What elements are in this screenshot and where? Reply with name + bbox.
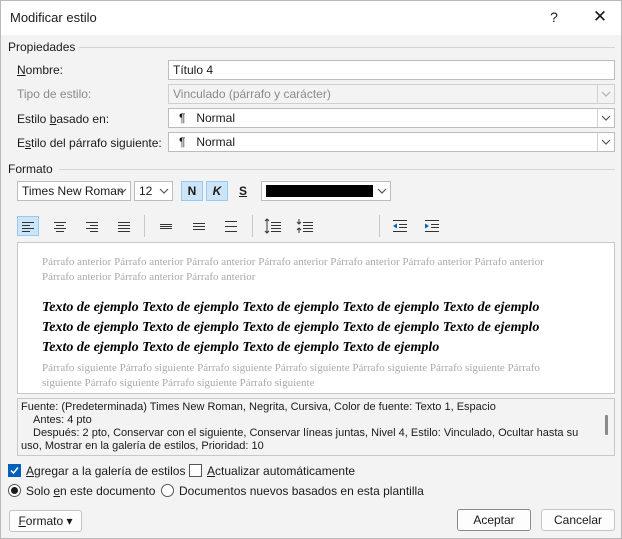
title-bar: Modificar estilo ? ✕ <box>1 1 621 35</box>
auto-update-label: Actualizar automáticamente <box>207 464 356 478</box>
italic-button[interactable]: K <box>206 181 228 201</box>
font-color-swatch <box>266 185 373 197</box>
style-type-label: Tipo de estilo: <box>17 87 92 101</box>
description-scrollbar[interactable] <box>605 415 608 435</box>
format-section-label: Formato <box>8 162 53 176</box>
help-button[interactable]: ? <box>534 3 574 31</box>
new-documents-radio[interactable] <box>161 484 174 497</box>
preview-next-paragraph: Párrafo siguiente Párrafo siguiente Párr… <box>42 362 540 389</box>
name-label: Nombre: <box>17 63 64 77</box>
chevron-down-icon <box>597 85 614 103</box>
cancel-button[interactable]: Cancelar <box>541 509 615 531</box>
properties-separator <box>79 47 615 48</box>
chevron-down-icon[interactable] <box>597 133 614 151</box>
font-size-value: 12 <box>139 184 153 198</box>
bold-button[interactable]: N <box>181 181 203 201</box>
paragraph-spacing-decrease-icon <box>296 219 313 233</box>
chevron-down-icon[interactable] <box>113 182 130 200</box>
font-color-select[interactable] <box>261 181 391 201</box>
chevron-down-icon[interactable] <box>155 182 172 200</box>
ok-button[interactable]: Aceptar <box>457 509 531 531</box>
name-input[interactable]: Título 4 <box>168 60 615 80</box>
next-style-label: Estilo del párrafo siguiente: <box>17 136 162 150</box>
checkmark-icon <box>10 467 19 475</box>
one-half-spacing-button[interactable] <box>188 216 210 236</box>
align-right-icon <box>86 222 98 232</box>
align-right-button[interactable] <box>81 216 103 236</box>
chevron-down-icon[interactable] <box>597 109 614 127</box>
line-spacing-double-icon <box>225 221 237 232</box>
style-type-select: Vinculado (párrafo y carácter) <box>168 84 615 104</box>
justify-button[interactable] <box>113 216 135 236</box>
based-on-select[interactable]: ¶ Normal <box>168 108 615 128</box>
font-select[interactable]: Times New Roman <box>17 181 131 201</box>
next-style-select[interactable]: ¶ Normal <box>168 132 615 152</box>
description-line-2: Antes: 4 pto <box>33 414 92 426</box>
style-preview: Párrafo anterior Párrafo anterior Párraf… <box>17 242 615 394</box>
font-value: Times New Roman <box>22 184 124 198</box>
decrease-spacing-button[interactable] <box>294 216 316 236</box>
preview-sample-text: Texto de ejemplo Texto de ejemplo Texto … <box>42 300 540 355</box>
align-center-button[interactable] <box>49 216 71 236</box>
increase-indent-icon <box>425 220 439 232</box>
paragraph-mark-icon: ¶ <box>179 111 186 125</box>
only-this-document-radio[interactable] <box>8 484 21 497</box>
format-menu-button[interactable]: Formato ▾ <box>9 510 82 532</box>
paragraph-mark-icon: ¶ <box>179 135 186 149</box>
increase-indent-button[interactable] <box>421 216 443 236</box>
based-on-value: Normal <box>196 111 236 125</box>
dialog-title: Modificar estilo <box>10 10 97 25</box>
toolbar-separator <box>252 215 253 237</box>
line-spacing-one-half-icon <box>193 223 205 230</box>
align-left-icon <box>22 222 34 232</box>
underline-button[interactable]: S <box>232 181 254 201</box>
format-separator <box>59 169 615 170</box>
close-button[interactable]: ✕ <box>580 3 620 31</box>
toolbar-separator <box>379 215 380 237</box>
based-on-label: Estilo basado en: <box>17 112 110 126</box>
dropdown-arrow-icon: ▾ <box>66 514 73 528</box>
align-center-icon <box>54 222 66 232</box>
preview-previous-paragraph: Párrafo anterior Párrafo anterior Párraf… <box>42 256 544 283</box>
double-spacing-button[interactable] <box>220 216 242 236</box>
description-line-3: Después: 2 pto, Conservar con el siguien… <box>21 427 579 452</box>
align-left-button[interactable] <box>17 216 39 236</box>
modify-style-dialog: Modificar estilo ? ✕ Propiedades Nombre:… <box>0 0 622 539</box>
next-style-value: Normal <box>196 135 236 149</box>
only-this-document-label: Solo en este documento <box>26 484 156 498</box>
new-documents-label: Documentos nuevos basados en esta planti… <box>179 484 424 498</box>
style-type-value: Vinculado (párrafo y carácter) <box>173 87 331 101</box>
add-to-gallery-checkbox[interactable] <box>8 464 21 477</box>
description-line-1: Fuente: (Predeterminada) Times New Roman… <box>21 401 496 413</box>
single-spacing-button[interactable] <box>155 216 177 236</box>
toolbar-separator <box>144 215 145 237</box>
add-to-gallery-label: Agregar a la galería de estilos <box>26 464 186 478</box>
paragraph-spacing-increase-icon <box>264 218 281 234</box>
line-spacing-single-icon <box>160 224 172 229</box>
decrease-indent-button[interactable] <box>389 216 411 236</box>
chevron-down-icon[interactable] <box>373 182 390 200</box>
increase-spacing-button[interactable] <box>262 216 284 236</box>
properties-section-label: Propiedades <box>8 40 76 54</box>
font-size-select[interactable]: 12 <box>134 181 173 201</box>
decrease-indent-icon <box>393 220 407 232</box>
style-description: Fuente: (Predeterminada) Times New Roman… <box>17 398 615 456</box>
justify-icon <box>118 222 130 232</box>
auto-update-checkbox[interactable] <box>189 464 202 477</box>
